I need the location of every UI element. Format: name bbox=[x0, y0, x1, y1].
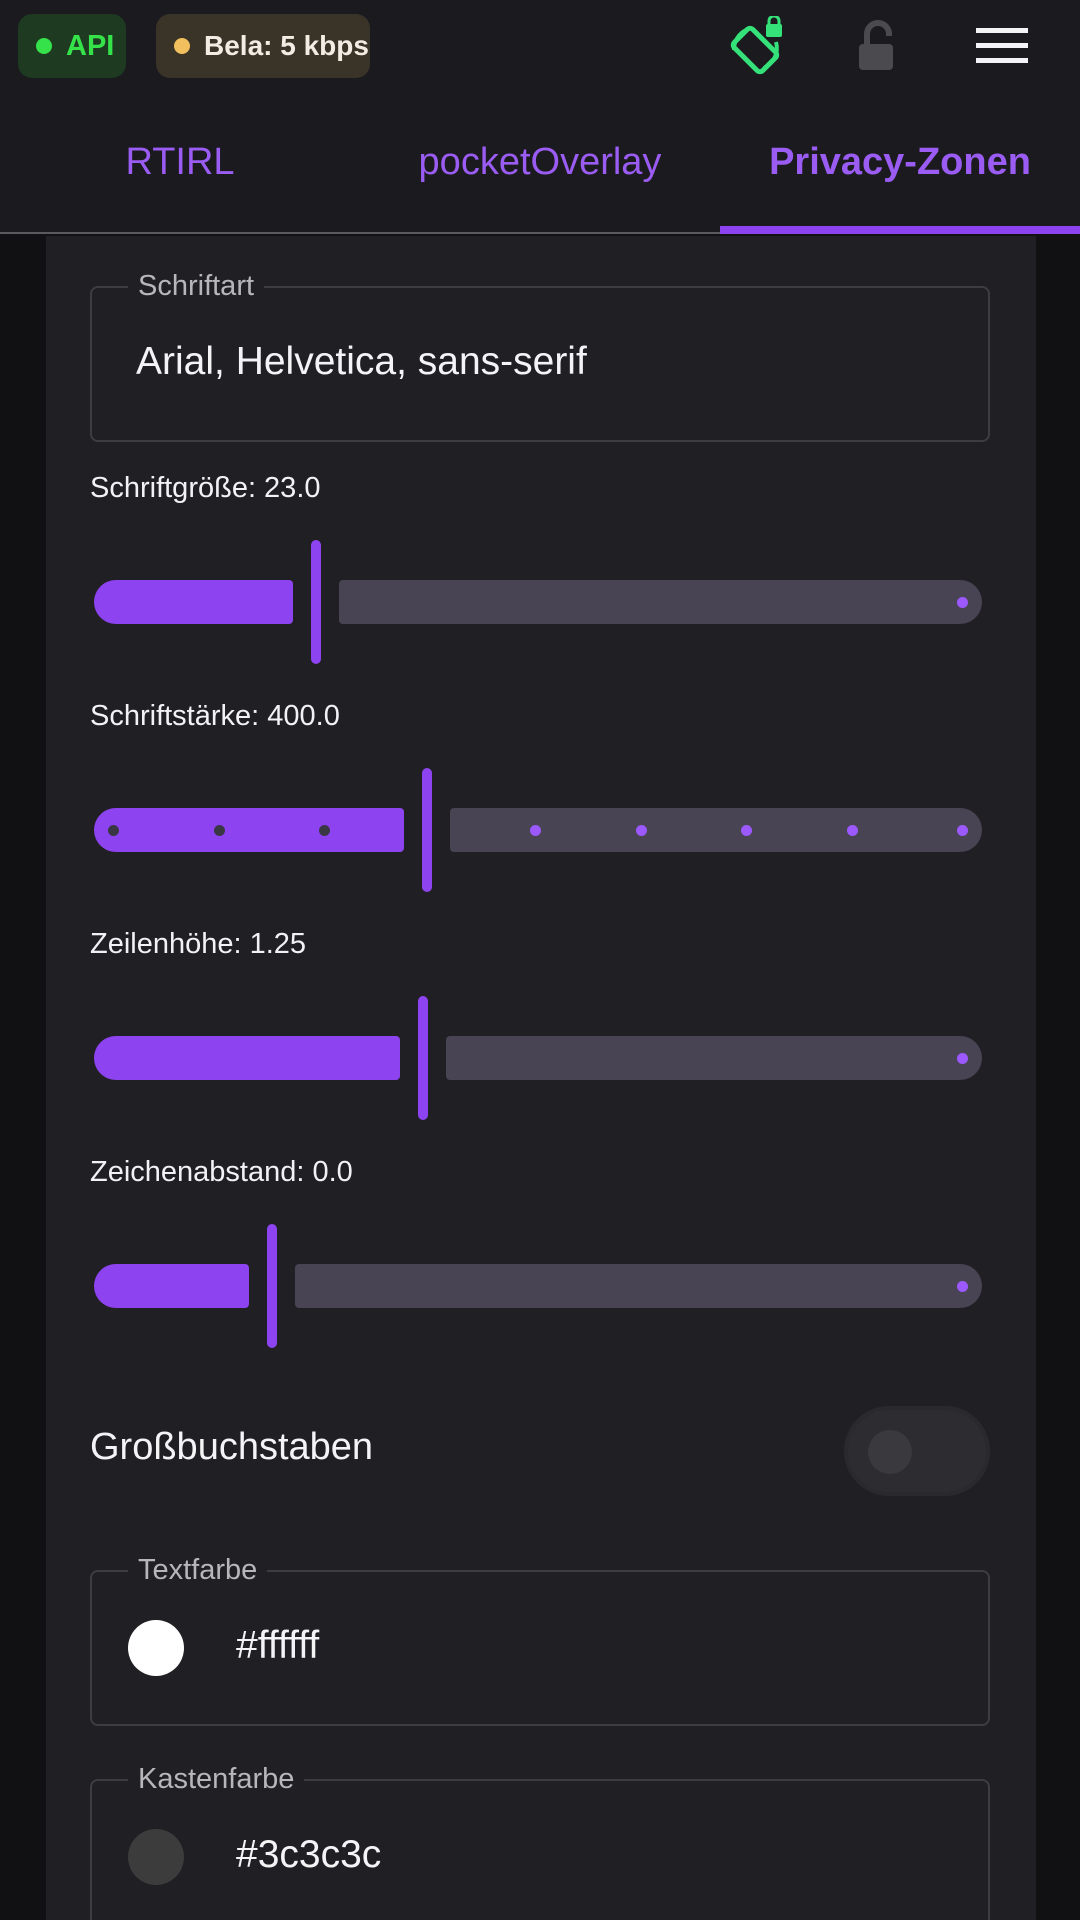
tab-bar: RTIRL pocketOverlay Privacy-Zonen bbox=[0, 92, 1080, 234]
bela-status-dot-icon bbox=[174, 38, 190, 54]
box-color-field[interactable]: Kastenfarbe #3c3c3c bbox=[90, 1761, 990, 1920]
font-family-legend: Schriftart bbox=[128, 268, 265, 304]
unlock-icon bbox=[859, 20, 893, 70]
screen-rotation-lock-icon bbox=[730, 16, 782, 75]
font-size-slider-track bbox=[339, 580, 982, 624]
text-color-field[interactable]: Textfarbe #ffffff bbox=[90, 1552, 990, 1726]
menu-button[interactable] bbox=[966, 10, 1038, 82]
box-color-swatch[interactable] bbox=[128, 1829, 184, 1885]
line-height-slider-end-dot bbox=[957, 1053, 968, 1064]
uppercase-toggle[interactable] bbox=[844, 1406, 990, 1496]
box-color-legend: Kastenfarbe bbox=[128, 1761, 305, 1797]
font-size-label: Schriftgröße: 23.0 bbox=[90, 472, 321, 504]
line-height-slider[interactable] bbox=[94, 996, 982, 1120]
letter-spacing-slider-fill bbox=[94, 1264, 249, 1308]
uppercase-label: Großbuchstaben bbox=[90, 1426, 374, 1468]
font-size-slider[interactable] bbox=[94, 540, 982, 664]
tab-privacy-zonen[interactable]: Privacy-Zonen bbox=[720, 92, 1080, 232]
font-weight-label: Schriftstärke: 400.0 bbox=[90, 700, 340, 732]
font-weight-slider-fill bbox=[94, 808, 404, 852]
box-color-value[interactable]: #3c3c3c bbox=[236, 1833, 381, 1877]
screen-rotation-lock-button[interactable] bbox=[720, 10, 792, 82]
settings-panel: Schriftart Arial, Helvetica, sans-serif … bbox=[46, 236, 1036, 1920]
font-weight-step-dot bbox=[530, 825, 541, 836]
active-tab-indicator bbox=[720, 226, 1080, 234]
line-height-label: Zeilenhöhe: 1.25 bbox=[90, 928, 307, 960]
letter-spacing-slider-handle[interactable] bbox=[267, 1224, 277, 1348]
letter-spacing-label: Zeichenabstand: 0.0 bbox=[90, 1156, 353, 1188]
api-status-chip[interactable]: API bbox=[18, 14, 126, 78]
font-weight-step-dot bbox=[636, 825, 647, 836]
font-weight-step-dot bbox=[741, 825, 752, 836]
font-family-value[interactable]: Arial, Helvetica, sans-serif bbox=[136, 340, 587, 384]
tab-rtirl[interactable]: RTIRL bbox=[0, 92, 360, 232]
line-height-slider-handle[interactable] bbox=[418, 996, 428, 1120]
letter-spacing-slider-end-dot bbox=[957, 1281, 968, 1292]
font-weight-step-dot bbox=[108, 825, 119, 836]
api-status-dot-icon bbox=[36, 38, 52, 54]
bela-status-chip[interactable]: Bela: 5 kbps bbox=[156, 14, 370, 78]
font-weight-step-dot bbox=[957, 825, 968, 836]
font-weight-slider[interactable] bbox=[94, 768, 982, 892]
bela-status-label: Bela: 5 kbps bbox=[204, 30, 369, 61]
line-height-slider-fill bbox=[94, 1036, 400, 1080]
font-weight-step-dot bbox=[319, 825, 330, 836]
tab-pocketoverlay[interactable]: pocketOverlay bbox=[360, 92, 720, 232]
text-color-value[interactable]: #ffffff bbox=[236, 1624, 319, 1668]
api-status-label: API bbox=[66, 29, 115, 62]
app-root: API Bela: 5 kbps RTIRL pocketOverlay Pri… bbox=[0, 0, 1080, 1920]
menu-icon bbox=[976, 28, 1028, 63]
font-family-field[interactable]: Schriftart Arial, Helvetica, sans-serif bbox=[90, 268, 990, 442]
status-bar: API Bela: 5 kbps bbox=[0, 0, 1080, 92]
text-color-legend: Textfarbe bbox=[128, 1552, 268, 1588]
font-size-slider-end-dot bbox=[957, 597, 968, 608]
font-weight-step-dot bbox=[847, 825, 858, 836]
font-size-slider-fill bbox=[94, 580, 293, 624]
font-weight-slider-handle[interactable] bbox=[422, 768, 432, 892]
uppercase-toggle-knob bbox=[868, 1430, 912, 1474]
line-height-slider-track bbox=[446, 1036, 982, 1080]
letter-spacing-slider-track bbox=[295, 1264, 982, 1308]
text-color-swatch[interactable] bbox=[128, 1620, 184, 1676]
letter-spacing-slider[interactable] bbox=[94, 1224, 982, 1348]
font-size-slider-handle[interactable] bbox=[311, 540, 321, 664]
unlock-button[interactable] bbox=[842, 10, 914, 82]
font-weight-step-dot bbox=[214, 825, 225, 836]
